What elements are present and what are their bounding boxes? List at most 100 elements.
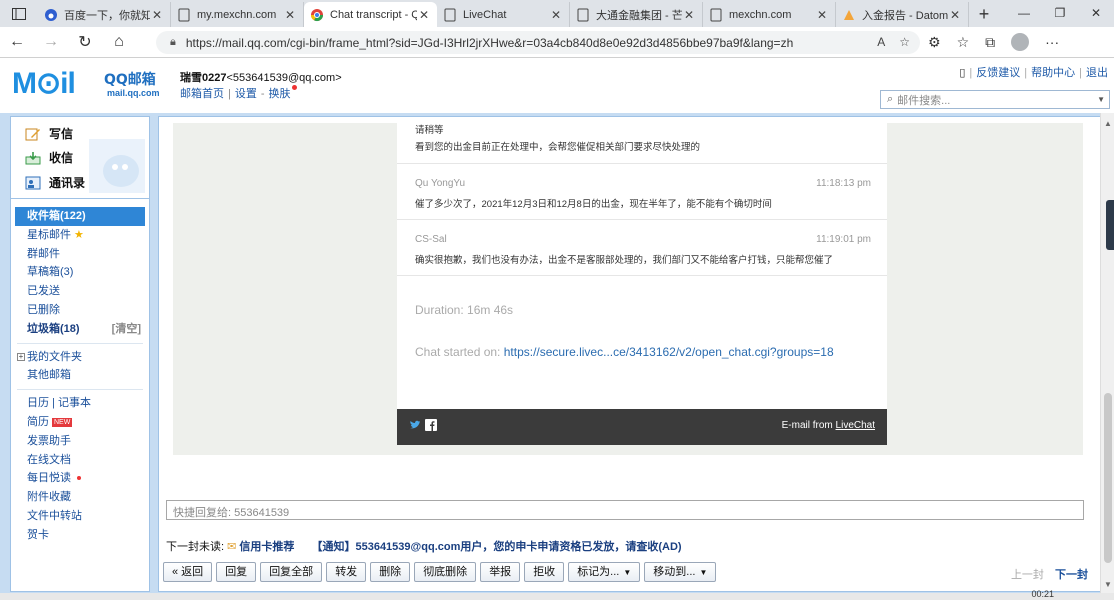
- back-icon[interactable]: ←: [0, 33, 34, 51]
- clear-spam-link[interactable]: [清空]: [112, 320, 141, 339]
- browser-tab[interactable]: 入金报告 - Datom ✕: [836, 2, 969, 27]
- app-attachment-favorites[interactable]: 附件收藏: [11, 488, 149, 507]
- collections-icon[interactable]: ⧉: [985, 34, 995, 51]
- close-icon[interactable]: ✕: [948, 8, 962, 22]
- mail-home-link[interactable]: 邮箱首页: [180, 88, 224, 100]
- mail-pager: 上一封 下一封: [1011, 566, 1088, 582]
- compose-button[interactable]: 写信: [25, 125, 73, 142]
- reload-icon[interactable]: ↻: [68, 32, 102, 52]
- next-unread-ad[interactable]: 【通知】553641539@qq.com用户，您的申卡申请资格已发放，请查收(A…: [311, 541, 681, 553]
- reject-button[interactable]: 拒收: [524, 562, 565, 582]
- inbox-icon: [25, 151, 41, 165]
- browser-tab[interactable]: LiveChat ✕: [437, 2, 570, 27]
- close-window-icon[interactable]: ✕: [1078, 0, 1114, 27]
- folder-label: 群邮件: [27, 247, 60, 260]
- favorite-add-icon[interactable]: ☆: [899, 35, 910, 49]
- contacts-button[interactable]: 通讯录: [25, 174, 85, 191]
- help-link[interactable]: 帮助中心: [1031, 67, 1075, 79]
- folder-group-mail[interactable]: 群邮件: [11, 245, 149, 264]
- browser-tab[interactable]: my.mexchn.com ✕: [171, 2, 304, 27]
- app-calendar-notes[interactable]: 日历 | 记事本: [11, 394, 149, 413]
- user-name: 瑞雪0227: [180, 72, 227, 84]
- horizontal-scrollbar[interactable]: 00:21: [0, 589, 1114, 600]
- reply-button[interactable]: 回复: [216, 562, 257, 582]
- close-icon[interactable]: ✕: [283, 8, 297, 22]
- new-tab-button[interactable]: +: [969, 2, 999, 27]
- close-icon[interactable]: ✕: [549, 8, 563, 22]
- settings-link[interactable]: 设置: [235, 88, 257, 100]
- mail-search-input[interactable]: ⌕ 邮件搜索... ▼: [880, 90, 1110, 109]
- read-aloud-icon[interactable]: A: [877, 35, 885, 49]
- qq-mail-logo[interactable]: M⊙il QQ邮箱 mail.qq.com: [12, 66, 162, 106]
- scrollbar-thumb[interactable]: [1104, 393, 1112, 563]
- mark-as-dropdown[interactable]: 标记为... ▼: [568, 562, 641, 582]
- favorites-icon[interactable]: ☆: [957, 34, 970, 51]
- browser-tab[interactable]: 大通金融集团 - 芒 ✕: [570, 2, 703, 27]
- browser-tab[interactable]: mexchn.com ✕: [703, 2, 836, 27]
- next-unread-card[interactable]: 信用卡推荐: [239, 541, 294, 553]
- more-menu-icon[interactable]: ···: [1045, 34, 1059, 50]
- extensions-icon[interactable]: ⚙: [928, 34, 941, 51]
- livechat-footer: E-mail from LiveChat: [397, 409, 887, 445]
- quick-reply-input[interactable]: 快捷回复给: 553641539: [166, 500, 1084, 520]
- close-icon[interactable]: ✕: [682, 8, 696, 22]
- logout-link[interactable]: 退出: [1086, 67, 1108, 79]
- folder-drafts[interactable]: 草稿箱(3): [11, 263, 149, 282]
- side-widget[interactable]: [1106, 200, 1114, 250]
- chevron-down-icon[interactable]: ▼: [1097, 95, 1105, 104]
- folder-spam[interactable]: 垃圾箱(18) [清空]: [11, 320, 149, 339]
- feedback-link[interactable]: 反馈建议: [976, 67, 1020, 79]
- facebook-icon[interactable]: [425, 419, 437, 431]
- app-label: 在线文档: [27, 453, 71, 466]
- envelope-icon: ✉: [227, 541, 237, 553]
- app-daily-reading[interactable]: 每日悦读: [11, 469, 149, 488]
- reply-all-button[interactable]: 回复全部: [260, 562, 323, 582]
- app-resume[interactable]: 简历 NEW: [11, 413, 149, 432]
- forward-button[interactable]: 转发: [326, 562, 367, 582]
- app-file-transfer[interactable]: 文件中转站: [11, 507, 149, 526]
- expand-icon[interactable]: +: [17, 352, 25, 361]
- delete-button[interactable]: 删除: [370, 562, 411, 582]
- browser-tab-active[interactable]: Chat transcript - Q ✕: [304, 2, 437, 27]
- compose-label: 写信: [49, 127, 74, 141]
- close-icon[interactable]: ✕: [417, 8, 431, 22]
- message-text: 请稍等: [415, 125, 444, 136]
- move-to-dropdown[interactable]: 移动到... ▼: [644, 562, 717, 582]
- message-sender: Qu YongYu: [415, 178, 466, 189]
- browser-tab[interactable]: 百度一下，你就知道 ✕: [38, 2, 171, 27]
- mail-body-background: 请稍等 看到您的出金目前正在处理中，会帮您催促相关部门要求尽快处理的 Qu Yo…: [173, 123, 1083, 455]
- chat-link[interactable]: https://secure.livec...ce/3413162/v2/ope…: [504, 345, 834, 359]
- mobile-icon[interactable]: ▯: [959, 67, 965, 79]
- url-field[interactable]: 🔒︎ https://mail.qq.com/cgi-bin/frame_htm…: [156, 31, 920, 54]
- receive-button[interactable]: 收信: [25, 149, 73, 166]
- folder-starred[interactable]: 星标邮件 ★: [11, 226, 149, 245]
- app-greeting-cards[interactable]: 贺卡: [11, 526, 149, 545]
- close-icon[interactable]: ✕: [150, 8, 164, 22]
- folder-deleted[interactable]: 已删除: [11, 301, 149, 320]
- next-mail-link[interactable]: 下一封: [1055, 569, 1088, 581]
- app-invoice-assistant[interactable]: 发票助手: [11, 432, 149, 451]
- profile-avatar[interactable]: [1011, 33, 1030, 51]
- prev-mail-link[interactable]: 上一封: [1011, 569, 1044, 581]
- tab-actions-icon[interactable]: [0, 0, 38, 27]
- livechat-link[interactable]: LiveChat: [836, 420, 875, 431]
- scroll-up-icon[interactable]: ▲: [1104, 119, 1112, 128]
- folder-sent[interactable]: 已发送: [11, 282, 149, 301]
- contacts-label: 通讯录: [49, 176, 86, 190]
- folder-my-folders[interactable]: + 我的文件夹: [11, 348, 149, 367]
- twitter-icon[interactable]: [409, 419, 421, 431]
- permanent-delete-button[interactable]: 彻底删除: [414, 562, 477, 582]
- report-button[interactable]: 举报: [480, 562, 521, 582]
- folder-other-mailboxes[interactable]: 其他邮箱: [11, 366, 149, 385]
- skin-link[interactable]: 换肤: [269, 88, 291, 100]
- app-online-docs[interactable]: 在线文档: [11, 451, 149, 470]
- folder-inbox[interactable]: 收件箱(122): [15, 207, 145, 226]
- home-icon[interactable]: ⌂: [102, 33, 136, 51]
- forward-icon[interactable]: →: [34, 33, 68, 51]
- restore-icon[interactable]: ❐: [1042, 0, 1078, 27]
- minimize-icon[interactable]: —: [1006, 0, 1042, 27]
- close-icon[interactable]: ✕: [815, 8, 829, 22]
- vertical-scrollbar[interactable]: ▲ ▼: [1100, 113, 1114, 593]
- back-button[interactable]: « 返回: [163, 562, 213, 582]
- scroll-down-icon[interactable]: ▼: [1104, 580, 1112, 589]
